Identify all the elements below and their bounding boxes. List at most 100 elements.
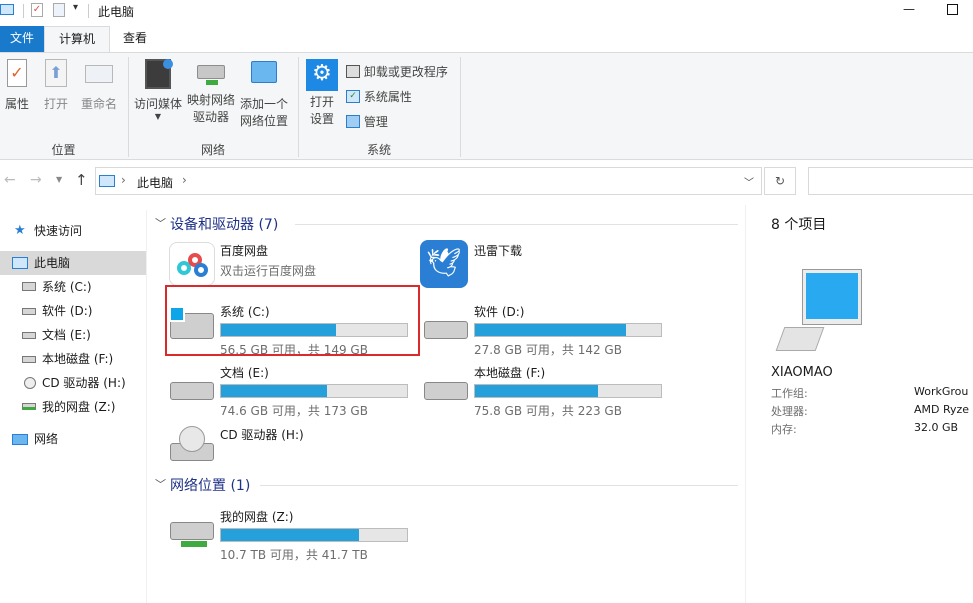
drive-item-z[interactable]: 我的网盘 (Z:) 10.7 TB 可用，共 41.7 TB xyxy=(150,504,408,566)
computer-large-icon xyxy=(775,269,862,361)
network-drive-icon xyxy=(197,65,225,85)
drive-usage-fill xyxy=(475,385,598,397)
this-pc-icon xyxy=(12,257,28,269)
back-arrow-icon[interactable]: ← xyxy=(4,172,16,188)
group-label-system: 系统 xyxy=(366,143,391,157)
group-collapse-icon[interactable]: ﹀ xyxy=(155,476,166,492)
drive-item-f[interactable]: 本地磁盘 (F:) 75.8 GB 可用，共 223 GB xyxy=(404,360,662,422)
app-name: 百度网盘 xyxy=(220,244,269,258)
drive-space-info: 10.7 TB 可用，共 41.7 TB xyxy=(220,548,368,562)
properties-button[interactable]: ✓ 属性 xyxy=(2,59,32,113)
nav-drive-f[interactable]: 本地磁盘 (F:) xyxy=(0,347,146,371)
customize-quick-access-icon[interactable]: ▾ xyxy=(73,2,78,13)
network-location-icon xyxy=(251,61,277,83)
drive-item-d[interactable]: 软件 (D:) 27.8 GB 可用，共 142 GB xyxy=(404,299,662,361)
address-sep-1[interactable]: › xyxy=(121,173,126,187)
nav-drive-c-label: 系统 (C:) xyxy=(42,280,92,294)
drive-space-info: 74.6 GB 可用，共 173 GB xyxy=(220,404,368,418)
file-list: ﹀ 设备和驱动器 (7) 百度网盘 双击运行百度网盘 🕊 迅雷下载 系统 (C:… xyxy=(150,205,745,603)
map-network-label-2: 驱动器 xyxy=(192,110,229,124)
open-settings-button[interactable]: ⚙ 打开 设置 xyxy=(302,59,342,128)
detail-value-workgroup: WorkGrou xyxy=(914,385,969,398)
nav-quick-access-label: 快速访问 xyxy=(34,224,83,238)
detail-value-processor: AMD Ryze xyxy=(914,403,970,416)
nav-drive-e[interactable]: 文档 (E:) xyxy=(0,323,146,347)
search-input[interactable] xyxy=(808,167,973,195)
open-settings-label-1: 打开 xyxy=(309,95,334,109)
windows-drive-icon xyxy=(22,282,36,291)
manage-icon xyxy=(346,115,360,128)
tab-file[interactable]: 文件 xyxy=(0,26,44,52)
drive-c-highlight-box xyxy=(165,285,420,356)
drive-usage-bar xyxy=(220,384,408,398)
address-sep-2[interactable]: › xyxy=(182,173,187,187)
uninstall-icon xyxy=(346,65,360,78)
add-network-label-2: 网络位置 xyxy=(239,114,288,128)
drive-item-e[interactable]: 文档 (E:) 74.6 GB 可用，共 173 GB xyxy=(150,360,408,422)
nav-this-pc[interactable]: 此电脑 xyxy=(0,251,146,275)
nav-drive-c[interactable]: 系统 (C:) xyxy=(0,275,146,299)
rename-button[interactable]: 重命名 xyxy=(78,59,120,113)
uninstall-button[interactable]: 卸载或更改程序 xyxy=(346,63,448,80)
tab-computer[interactable]: 计算机 xyxy=(44,26,110,52)
maximize-button[interactable] xyxy=(947,4,958,15)
refresh-icon: ↻ xyxy=(774,174,786,188)
group-header-network[interactable]: 网络位置 (1) xyxy=(170,475,250,495)
address-dropdown-icon[interactable]: ﹀ xyxy=(744,174,754,189)
access-media-label: 访问媒体 xyxy=(133,97,182,111)
detail-key-workgroup: 工作组: xyxy=(771,387,808,400)
up-arrow-icon[interactable]: ↑ xyxy=(75,171,88,189)
cd-drive-icon xyxy=(24,377,36,389)
drive-space-info: 27.8 GB 可用，共 142 GB xyxy=(474,343,622,357)
map-network-label-1: 映射网络 xyxy=(186,93,235,107)
app-item-xunlei[interactable]: 🕊 迅雷下载 xyxy=(420,238,670,300)
address-crumb-this-pc[interactable]: 此电脑 xyxy=(137,174,173,191)
address-bar[interactable]: › 此电脑 › ﹀ xyxy=(95,167,762,195)
refresh-button[interactable]: ↻ xyxy=(764,167,796,195)
access-media-button[interactable]: 访问媒体 ▼ xyxy=(132,59,184,121)
add-network-location-button[interactable]: 添加一个 网络位置 xyxy=(238,59,290,130)
nav-network-label: 网络 xyxy=(34,432,59,446)
cd-drive-icon xyxy=(170,426,214,461)
computer-icon xyxy=(0,4,14,15)
access-media-dropdown-icon[interactable]: ▼ xyxy=(132,113,184,121)
drive-icon xyxy=(22,308,36,315)
ribbon: ✓ 属性 ⬆ 打开 重命名 位置 访问媒体 ▼ 映射网络 驱动器 添加一个 网络… xyxy=(0,52,973,160)
navigation-pane: ★ 快速访问 此电脑 系统 (C:) 软件 (D:) 文档 (E:) 本地磁盘 … xyxy=(0,210,147,603)
forward-arrow-icon[interactable]: → xyxy=(30,172,42,188)
nav-drive-z-label: 我的网盘 (Z:) xyxy=(42,400,116,414)
nav-network[interactable]: 网络 xyxy=(0,427,146,451)
drive-icon xyxy=(170,382,214,400)
map-network-drive-button[interactable]: 映射网络 驱动器 xyxy=(186,59,236,126)
nav-drive-f-label: 本地磁盘 (F:) xyxy=(42,352,114,366)
network-icon xyxy=(12,434,28,445)
properties-quick-icon[interactable]: ✓ xyxy=(31,3,43,17)
open-button[interactable]: ⬆ 打开 xyxy=(40,59,72,113)
rename-icon xyxy=(85,65,113,83)
item-count: 8 个项目 xyxy=(771,217,827,233)
detail-key-processor: 处理器: xyxy=(771,405,808,418)
recent-locations-icon[interactable]: ▼ xyxy=(56,175,62,184)
nav-this-pc-label: 此电脑 xyxy=(34,256,71,270)
nav-drive-d[interactable]: 软件 (D:) xyxy=(0,299,146,323)
group-header-devices[interactable]: 设备和驱动器 (7) xyxy=(170,214,278,234)
tab-view[interactable]: 查看 xyxy=(112,26,158,52)
drive-icon xyxy=(22,332,36,339)
manage-button[interactable]: 管理 xyxy=(346,113,388,130)
drive-usage-fill xyxy=(221,529,359,541)
drive-usage-bar xyxy=(220,528,408,542)
nav-drive-z[interactable]: 我的网盘 (Z:) xyxy=(0,395,146,419)
title-bar: ✓ ▾ 此电脑 — xyxy=(0,0,973,22)
system-properties-label: 系统属性 xyxy=(363,90,412,104)
nav-drive-h[interactable]: CD 驱动器 (H:) xyxy=(0,371,146,395)
nav-quick-access[interactable]: ★ 快速访问 xyxy=(0,219,146,243)
rename-label: 重命名 xyxy=(80,97,117,111)
app-description: 双击运行百度网盘 xyxy=(220,264,317,278)
drive-name: CD 驱动器 (H:) xyxy=(220,428,304,442)
new-folder-quick-icon[interactable] xyxy=(53,3,65,17)
open-label: 打开 xyxy=(43,97,68,111)
group-collapse-icon[interactable]: ﹀ xyxy=(155,215,166,231)
system-properties-button[interactable]: ✓ 系统属性 xyxy=(346,88,412,105)
manage-label: 管理 xyxy=(363,115,388,129)
minimize-button[interactable]: — xyxy=(903,2,915,16)
